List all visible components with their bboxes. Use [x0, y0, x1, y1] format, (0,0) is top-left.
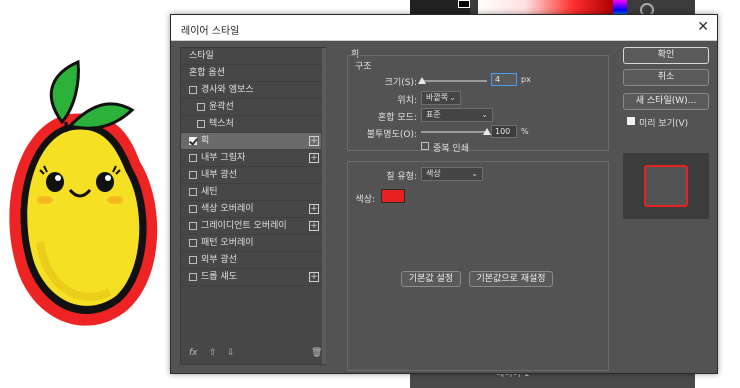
fill-type-value: 색상 [426, 169, 441, 178]
move-up-icon[interactable]: ⇧ [209, 348, 217, 358]
list-item-label: 패턴 오버레이 [201, 238, 254, 248]
preview-swatch [644, 165, 688, 207]
chevron-down-icon: ⌄ [471, 169, 478, 178]
checkbox[interactable] [189, 239, 197, 247]
add-icon[interactable]: + [309, 272, 319, 282]
dialog-title: 레이어 스타일 [181, 26, 240, 37]
list-item-label: 혼합 옵션 [189, 68, 225, 78]
add-icon[interactable]: + [309, 221, 319, 231]
position-label: 위치: [397, 96, 417, 106]
list-item-label: 스타일 [189, 51, 214, 61]
chevron-down-icon: ⌄ [481, 110, 488, 119]
structure-title: 구조 [355, 62, 372, 72]
style-list-item-pattern-overlay[interactable]: 패턴 오버레이 [181, 235, 321, 252]
overprint-label: 중복 인쇄 [433, 144, 469, 154]
size-slider-thumb[interactable] [418, 77, 427, 84]
checkbox[interactable] [197, 103, 205, 111]
list-item-label: 새틴 [201, 187, 218, 197]
style-list-item-outer-glow[interactable]: 외부 광선 [181, 252, 321, 269]
style-list-item-gradient-overlay[interactable]: 그레이디언트 오버레이 + [181, 218, 321, 235]
blend-mode-dropdown[interactable]: 표준 ⌄ [421, 108, 493, 122]
style-list-item-stroke[interactable]: 획 + [181, 133, 321, 150]
blend-mode-label: 혼합 모드: [377, 113, 417, 123]
ok-button[interactable]: 확인 [623, 47, 709, 64]
list-item-label: 드롭 섀도 [201, 272, 237, 282]
effects-list: 스타일 혼합 옵션 경사와 엠보스 윤곽선 텍스처 획 + 내부 그림자 + 내부 … [180, 47, 326, 365]
size-unit: px [521, 75, 531, 84]
checkbox[interactable] [189, 171, 197, 179]
position-dropdown[interactable]: 바깥쪽 ⌄ [421, 91, 461, 105]
new-style-button[interactable]: 새 스타일(W)... [623, 93, 709, 110]
overprint-checkbox[interactable] [421, 142, 429, 150]
style-list-item-color-overlay[interactable]: 색상 오버레이 + [181, 201, 321, 218]
checkbox[interactable] [189, 137, 197, 145]
opacity-label: 불투명도(O): [366, 130, 417, 140]
checkbox[interactable] [189, 188, 197, 196]
set-default-button[interactable]: 기본값 설정 [401, 271, 461, 287]
size-label: 크기(S): [384, 78, 417, 88]
style-list-item-contour[interactable]: 윤곽선 [181, 99, 321, 116]
dialog-titlebar: 레이어 스타일 ✕ [171, 15, 717, 41]
list-item-label: 외부 광선 [201, 255, 237, 265]
cancel-button[interactable]: 취소 [623, 69, 709, 86]
preview-label: 미리 보기(V) [639, 119, 689, 129]
opacity-unit: % [521, 127, 529, 136]
stroke-color-swatch[interactable] [381, 189, 405, 203]
list-item-label: 내부 그림자 [201, 153, 246, 163]
fx-icon[interactable]: fx [189, 348, 198, 358]
layer-style-dialog: 레이어 스타일 ✕ 스타일 혼합 옵션 경사와 엠보스 윤곽선 텍스처 획 + 내… [170, 14, 718, 374]
list-item-label: 획 [201, 136, 210, 146]
move-down-icon[interactable]: ⇩ [227, 348, 235, 358]
style-list-item-bevel[interactable]: 경사와 엠보스 [181, 82, 321, 99]
fill-type-dropdown[interactable]: 색상 ⌄ [421, 167, 483, 181]
list-item-label: 내부 광선 [201, 170, 237, 180]
foreground-swatch[interactable] [458, 0, 470, 8]
add-icon[interactable]: + [309, 136, 319, 146]
list-item-label: 색상 오버레이 [201, 204, 254, 214]
stroke-settings: 획 구조 크기(S): 4 px 위치: 바깥쪽 ⌄ 혼합 모드: 표준 ⌄ 불투명… [347, 47, 609, 371]
opacity-input[interactable]: 100 [491, 125, 517, 138]
checkbox[interactable] [189, 86, 197, 94]
blend-mode-value: 표준 [426, 110, 441, 119]
add-icon[interactable]: + [309, 153, 319, 163]
size-input[interactable]: 4 [491, 73, 517, 86]
checkbox[interactable] [189, 222, 197, 230]
checkbox[interactable] [189, 256, 197, 264]
style-list-item-satin[interactable]: 새틴 [181, 184, 321, 201]
checkbox[interactable] [197, 120, 205, 128]
chevron-down-icon: ⌄ [449, 93, 456, 102]
opacity-slider[interactable] [421, 131, 487, 133]
checkbox[interactable] [189, 273, 197, 281]
add-icon[interactable]: + [309, 204, 319, 214]
style-list-item-inner-glow[interactable]: 내부 광선 [181, 167, 321, 184]
color-label: 색상: [355, 195, 375, 205]
style-list-item-inner-shadow[interactable]: 내부 그림자 + [181, 150, 321, 167]
fill-type-label: 칠 유형: [386, 172, 417, 182]
style-list-item-blending[interactable]: 혼합 옵션 [181, 65, 321, 82]
list-item-label: 윤곽선 [209, 102, 234, 112]
position-value: 바깥쪽 [426, 93, 449, 102]
trash-icon[interactable]: 🗑 [311, 348, 322, 358]
size-slider[interactable] [421, 80, 487, 82]
style-preview [623, 153, 709, 219]
checkbox[interactable] [189, 205, 197, 213]
opacity-slider-thumb[interactable] [483, 128, 491, 135]
reset-default-button[interactable]: 기본값으로 재설정 [469, 271, 553, 287]
close-icon[interactable]: ✕ [697, 19, 709, 35]
style-list-item-texture[interactable]: 텍스처 [181, 116, 321, 133]
preview-checkbox[interactable] [627, 117, 635, 125]
lemon-illustration [9, 59, 158, 326]
list-footer: fx ⇧ ⇩ 🗑 [181, 344, 325, 364]
style-list-item-styles[interactable]: 스타일 [181, 48, 321, 65]
style-list-item-drop-shadow[interactable]: 드롭 섀도 + [181, 269, 321, 286]
list-item-label: 그레이디언트 오버레이 [201, 221, 287, 231]
list-item-label: 텍스처 [209, 119, 234, 129]
checkbox[interactable] [189, 154, 197, 162]
list-item-label: 경사와 엠보스 [201, 85, 254, 95]
list-scrollbar[interactable] [322, 48, 326, 364]
